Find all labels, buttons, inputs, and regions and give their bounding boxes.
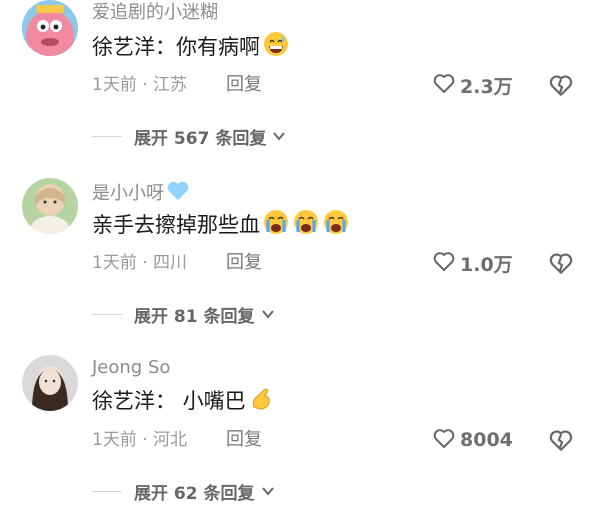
broken-heart-icon[interactable] — [548, 250, 574, 276]
like-count: 2.3万 — [460, 75, 513, 98]
username[interactable]: 是小小呀 — [92, 180, 190, 208]
divider — [92, 313, 122, 315]
chevron-down-icon — [270, 127, 288, 145]
expand-replies-label: 展开 81 条回复 — [134, 306, 255, 327]
comment-text: 徐艺洋： 小嘴巴 — [92, 385, 274, 419]
pinching-hand-emoji-icon — [248, 385, 274, 419]
chevron-down-icon — [259, 482, 277, 500]
heart-icon — [432, 426, 456, 454]
avatar[interactable] — [22, 0, 78, 56]
comment-text: 亲手去擦掉那些血 — [92, 208, 350, 244]
grinning-sweat-emoji-icon — [262, 30, 290, 66]
expand-replies-button[interactable]: 展开 567 条回复 — [92, 124, 288, 149]
avatar[interactable] — [22, 178, 78, 234]
heart-icon — [432, 71, 456, 99]
broken-heart-icon[interactable] — [548, 427, 574, 453]
expand-replies-button[interactable]: 展开 62 条回复 — [92, 479, 277, 504]
expand-replies-label: 展开 62 条回复 — [134, 483, 255, 504]
crying-face-emoji-icon — [322, 208, 350, 244]
comment-text: 徐艺洋：你有病啊 — [92, 30, 290, 66]
reply-button[interactable]: 回复 — [226, 429, 262, 451]
crying-face-emoji-icon — [262, 208, 290, 244]
expand-replies-label: 展开 567 条回复 — [134, 128, 267, 149]
like-button[interactable]: 1.0万 — [432, 250, 513, 276]
heart-icon — [432, 249, 456, 277]
divider — [92, 490, 122, 492]
time-location: 1天前 · 四川 — [92, 253, 188, 273]
time-location: 1天前 · 河北 — [92, 430, 188, 450]
like-button[interactable]: 8004 — [432, 427, 513, 453]
chevron-down-icon — [259, 305, 277, 323]
expand-replies-button[interactable]: 展开 81 条回复 — [92, 302, 277, 327]
reply-button[interactable]: 回复 — [226, 252, 262, 274]
time-location: 1天前 · 江苏 — [92, 75, 188, 95]
divider — [92, 135, 122, 137]
like-count: 8004 — [460, 429, 513, 451]
crying-face-emoji-icon — [292, 208, 320, 244]
light-blue-heart-icon — [166, 180, 190, 208]
like-button[interactable]: 2.3万 — [432, 72, 513, 98]
avatar[interactable] — [22, 355, 78, 411]
broken-heart-icon[interactable] — [548, 72, 574, 98]
like-count: 1.0万 — [460, 253, 513, 276]
username[interactable]: 爱追剧的小迷糊 — [92, 2, 218, 24]
reply-button[interactable]: 回复 — [226, 74, 262, 96]
username[interactable]: Jeong So — [92, 357, 170, 379]
